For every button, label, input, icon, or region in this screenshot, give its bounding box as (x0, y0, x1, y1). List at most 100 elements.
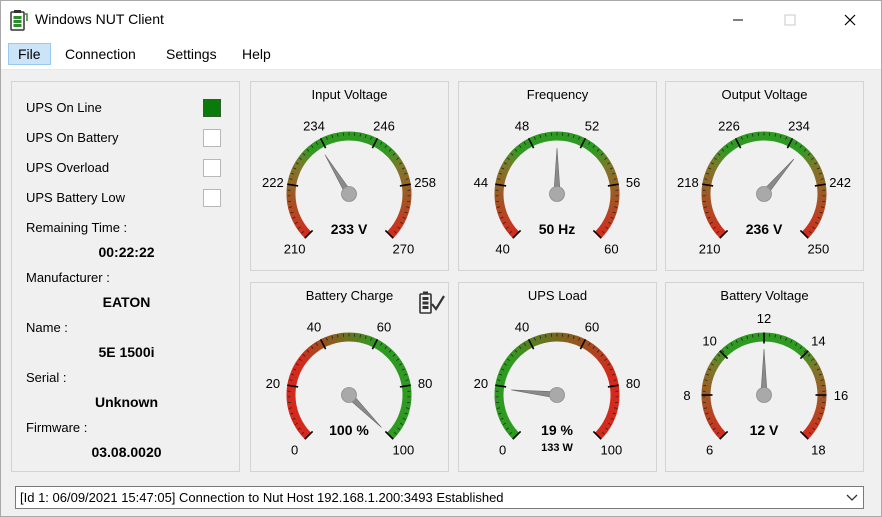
gauge-arc-segment (604, 415, 615, 424)
gauge-arc-segment (784, 337, 793, 348)
gauge-tick-label: 52 (585, 118, 599, 133)
menu-settings[interactable]: Settings (157, 43, 226, 65)
gauge-arc-segment (503, 357, 515, 368)
gauge-arc-segment (710, 357, 722, 368)
battery-check-icon (419, 291, 445, 314)
gauge-arc-segment (399, 206, 410, 214)
gauge-arc-segment (494, 197, 505, 204)
gauge-arc-segment (509, 350, 520, 361)
gauge-arc-segment (608, 202, 619, 210)
gauge-arc-segment (398, 210, 409, 219)
chevron-down-icon[interactable] (845, 489, 859, 505)
gauge-arc-segment (308, 143, 318, 154)
gauge-tick-label: 60 (585, 319, 599, 334)
gauge-arc-segment (607, 174, 618, 183)
gauge-input-voltage: Input Voltage 210 222 234 246 258 270 233 V (250, 81, 449, 271)
gauge-arc-segment (334, 333, 342, 343)
gauge-tick-label: 222 (262, 175, 284, 190)
gauge-arc-segment (713, 152, 724, 163)
gauge-arc-segment (396, 165, 407, 174)
gauge-hub (341, 186, 357, 202)
gauge-arc-segment (749, 333, 757, 343)
gauge-tick-label: 242 (829, 175, 851, 190)
gauge-arc-segment (727, 140, 737, 151)
gauge-tick-label: 210 (699, 241, 721, 256)
gauge-arc-segment (289, 370, 300, 379)
gauge-arc-segment (353, 131, 360, 142)
gauge-arc-segment (813, 210, 824, 219)
menu-file[interactable]: File (8, 43, 51, 65)
gauge-hub (549, 186, 565, 202)
gauge-arc-segment (497, 210, 508, 218)
gauge-arc-segment (497, 370, 508, 379)
gauge-tick-label: 0 (291, 442, 298, 457)
gauge-arc-segment (807, 358, 818, 368)
serial-value: Unknown (95, 394, 158, 410)
gauge-arc-segment (710, 156, 722, 167)
gauge-arc-segment (289, 210, 300, 218)
gauge-arc-segment (399, 375, 410, 384)
gauge-arc-segment (298, 152, 309, 163)
gauge-arc-segment (706, 366, 717, 375)
menu-bar: File Connection Settings Help (1, 39, 881, 70)
gauge-arc-segment (376, 341, 387, 353)
title-bar[interactable]: Windows NUT Client (1, 1, 881, 39)
maximize-button[interactable] (767, 1, 813, 39)
gauge-arc-segment (401, 399, 412, 406)
gauge-arc-segment (396, 366, 407, 375)
gauge-frequency: Frequency 40 44 48 52 56 60 50 Hz (458, 81, 657, 271)
log-message: [Id 1: 06/09/2021 15:47:05] Connection t… (20, 490, 504, 505)
gauge-arc-segment (298, 353, 309, 364)
gauge-dial: 210 222 234 246 258 270 233 V (262, 118, 436, 256)
gauge-arc-segment (499, 214, 510, 223)
gauge-arc-segment (703, 205, 714, 214)
gauge-arc-segment (607, 206, 618, 214)
gauge-arc-segment (506, 426, 517, 436)
close-button[interactable] (827, 1, 873, 39)
menu-help[interactable]: Help (233, 43, 280, 65)
gauge-arc-segment (520, 140, 530, 151)
gauge-arc-segment (399, 174, 410, 183)
gauge-tick-label: 250 (808, 241, 830, 256)
log-dropdown[interactable]: [Id 1: 06/09/2021 15:47:05] Connection t… (15, 486, 864, 509)
gauge-arc-segment (291, 214, 302, 223)
gauge-arc-segment (376, 140, 387, 152)
gauge-arc-segment (494, 398, 505, 405)
name-label: Name : (26, 320, 68, 335)
minimize-button[interactable] (715, 1, 761, 39)
gauge-tick-label: 48 (515, 118, 529, 133)
gauge-arc-segment (506, 225, 517, 235)
ups-app-icon (10, 10, 28, 31)
gauge-arc-segment (569, 334, 577, 345)
gauge-arc-segment (288, 375, 299, 383)
gauge-arc-segment (814, 375, 825, 384)
gauge-arc-segment (704, 169, 715, 178)
gauge-tick-label: 80 (626, 376, 640, 391)
gauge-arc-segment (286, 197, 297, 204)
gauge-arc-segment (597, 153, 608, 163)
remaining-time-label: Remaining Time : (26, 220, 128, 235)
gauge-arc-segment (791, 341, 802, 353)
gauge-arc-segment (599, 221, 611, 232)
gauge-arc-segment (509, 149, 520, 160)
gauge-readout: 233 V (331, 221, 368, 237)
gauge-arc-segment (704, 210, 715, 218)
manufacturer-label: Manufacturer : (26, 270, 110, 285)
gauge-arc-segment (811, 165, 822, 174)
gauge-arc-segment (723, 143, 733, 154)
gauge-arc-segment (499, 165, 510, 174)
gauge-arc-segment (339, 131, 346, 142)
gauge-arc-segment (361, 133, 369, 144)
gauge-arc-segment (329, 133, 338, 144)
gauge-arc-segment (286, 398, 297, 405)
gauge-arc-segment (295, 357, 307, 368)
gauge-tick-label: 16 (834, 388, 848, 403)
menu-connection[interactable]: Connection (56, 43, 145, 65)
gauge-arc-segment (814, 206, 825, 214)
close-icon (844, 14, 856, 26)
gauge-arc-segment (496, 406, 507, 415)
gauge-output-voltage: Output Voltage 210 218 226 234 242 250 236 V (665, 81, 864, 271)
gauge-arc-segment (399, 407, 410, 415)
gauge-tick-label: 60 (604, 241, 618, 256)
gauge-arc-segment (606, 411, 617, 420)
